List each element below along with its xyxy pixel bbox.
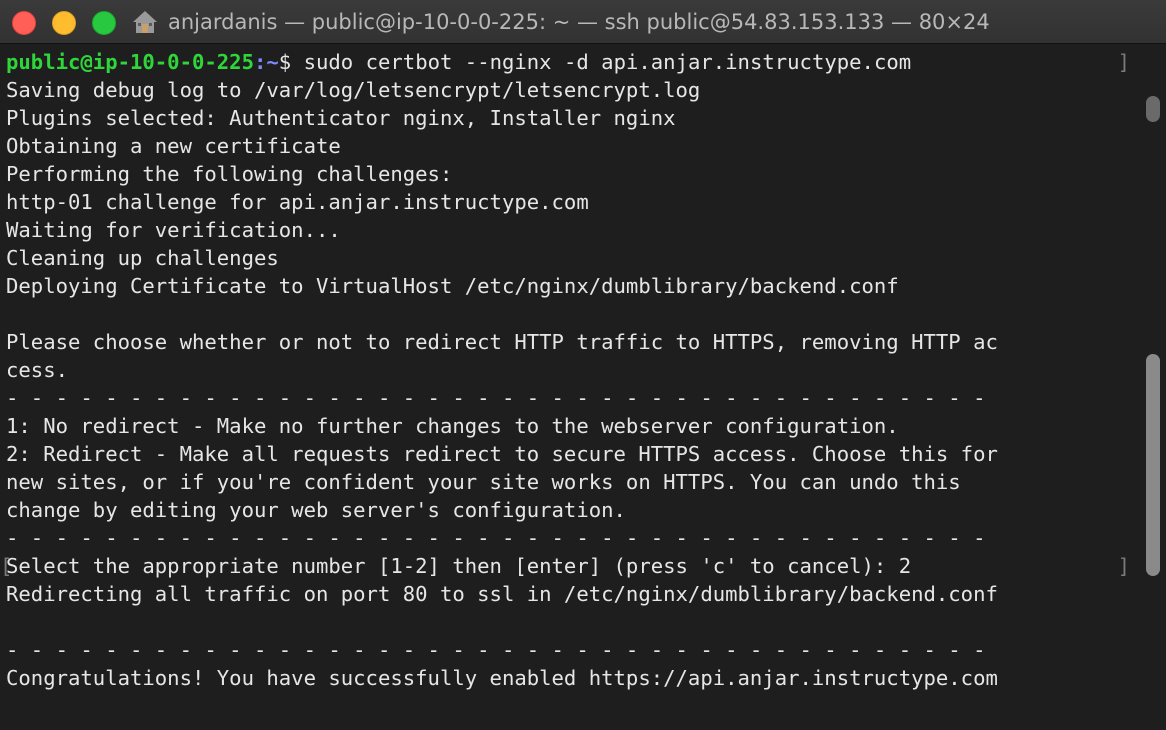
scrollbar-thumb[interactable] (1146, 354, 1160, 576)
mark-bracket-left: [ (0, 554, 13, 578)
output-line: change by editing your web server's conf… (6, 498, 626, 522)
output-line: Congratulations! You have successfully e… (6, 666, 998, 690)
terminal-window: anjardanis — public@ip-10-0-0-225: ~ — s… (0, 0, 1166, 730)
output-line: new sites, or if you're confident your s… (6, 470, 961, 494)
scrollbar-track[interactable] (1136, 44, 1166, 730)
output-line: Please choose whether or not to redirect… (6, 330, 998, 354)
prompt-symbol: $ (278, 50, 304, 74)
window-title-text: anjardanis — public@ip-10-0-0-225: ~ — s… (168, 10, 990, 34)
output-line: Cleaning up challenges (6, 246, 279, 270)
output-line: Waiting for verification... (6, 218, 341, 242)
output-line: Performing the following challenges: (6, 162, 453, 186)
separator-line: - - - - - - - - - - - - - - - - - - - - … (6, 386, 986, 410)
command-text: sudo certbot --nginx -d api.anjar.instru… (303, 50, 912, 74)
terminal-output[interactable]: public@ip-10-0-0-225:~$ sudo certbot --n… (6, 48, 1132, 730)
output-line: cess. (6, 358, 68, 382)
output-line: Select the appropriate number [1-2] then… (6, 554, 912, 578)
mark-bracket-right: ] (1117, 50, 1130, 74)
separator-line: - - - - - - - - - - - - - - - - - - - - … (6, 638, 986, 662)
scrollbar-top-indicator (1146, 96, 1160, 122)
prompt-user: public@ip-10-0-0-225 (6, 50, 254, 74)
output-line: 2: Redirect - Make all requests redirect… (6, 442, 998, 466)
output-line: Saving debug log to /var/log/letsencrypt… (6, 78, 701, 102)
title-bar[interactable]: anjardanis — public@ip-10-0-0-225: ~ — s… (0, 0, 1166, 44)
prompt-path: :~ (253, 50, 279, 74)
output-line: http-01 challenge for api.anjar.instruct… (6, 190, 589, 214)
output-line: Redirecting all traffic on port 80 to ss… (6, 582, 998, 606)
separator-line: - - - - - - - - - - - - - - - - - - - - … (6, 526, 986, 550)
zoom-button[interactable] (92, 11, 116, 35)
command-line: public@ip-10-0-0-225:~$ sudo certbot --n… (6, 48, 1132, 76)
home-icon (133, 11, 157, 33)
close-button[interactable] (12, 11, 36, 35)
output-line: Plugins selected: Authenticator nginx, I… (6, 106, 676, 130)
output-line: 1: No redirect - Make no further changes… (6, 414, 899, 438)
output-line: Deploying Certificate to VirtualHost /et… (6, 274, 899, 298)
output-line: Obtaining a new certificate (6, 134, 341, 158)
mark-bracket-right: ] (1117, 554, 1130, 578)
window-title: anjardanis — public@ip-10-0-0-225: ~ — s… (132, 0, 990, 44)
minimize-button[interactable] (52, 11, 76, 35)
